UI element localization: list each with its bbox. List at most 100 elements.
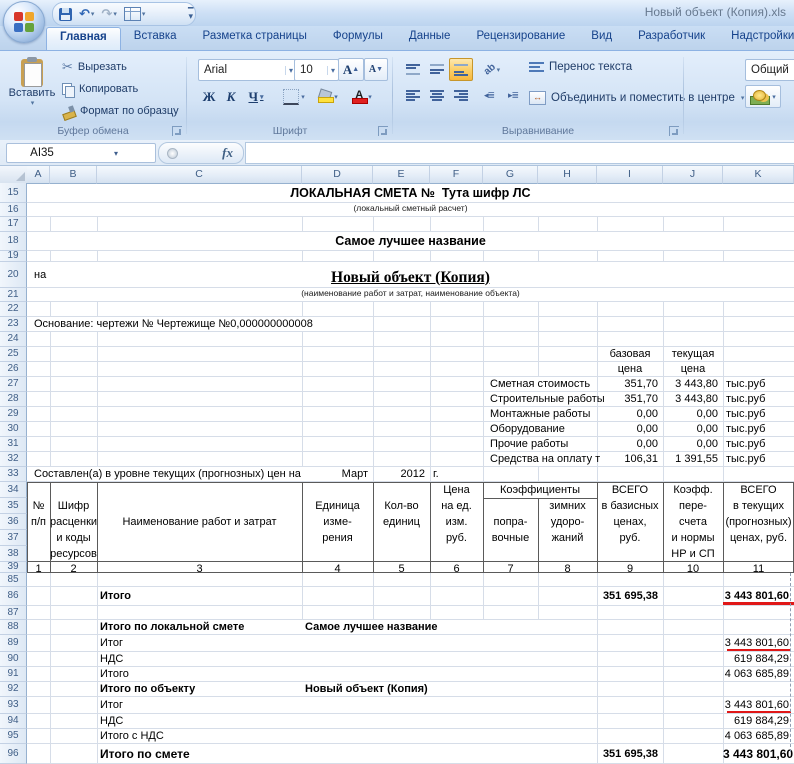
ribbon-tab-3[interactable]: Разметка страницы [190, 26, 320, 50]
font-color-button[interactable]: А ▾ [346, 85, 378, 108]
cell[interactable]: Март [302, 468, 368, 480]
copy-button[interactable]: Копировать [62, 79, 138, 99]
cell[interactable]: Новый объект (Копия) [27, 269, 794, 286]
cell[interactable]: п/п [27, 516, 50, 528]
cell[interactable]: Итого [97, 668, 129, 680]
increase-indent-button[interactable]: ▸≣ [501, 84, 525, 107]
ribbon-tab-8[interactable]: Разработчик [625, 26, 718, 50]
cell[interactable]: 1 391,55 [663, 453, 718, 465]
cell[interactable]: 351,70 [597, 378, 658, 390]
cell[interactable]: г. [430, 468, 439, 480]
cell[interactable]: Строительные работы [487, 393, 605, 405]
paste-dropdown-icon[interactable]: ▾ [31, 99, 35, 107]
cell[interactable]: Кол-во [373, 500, 430, 512]
column-header[interactable]: F [430, 166, 483, 184]
row-header[interactable]: 28 [0, 392, 27, 407]
row-header[interactable]: 90 [0, 652, 27, 667]
ribbon-tab-1[interactable]: Главная [46, 27, 121, 51]
save-icon[interactable] [59, 5, 72, 23]
font-color-dropdown-icon[interactable]: ▾ [368, 93, 372, 101]
cell[interactable]: тыс.руб [723, 393, 765, 405]
cell[interactable]: Прочие работы [487, 438, 568, 450]
cell[interactable]: Итого по объекту [97, 683, 195, 695]
cell[interactable]: жаний [538, 532, 597, 544]
cell[interactable]: Самое лучшее название [302, 621, 438, 633]
cell[interactable]: 3 443 801,60 [723, 637, 789, 649]
cell[interactable]: 2 [50, 563, 97, 575]
cell[interactable]: ресурсов [50, 548, 97, 560]
cell[interactable]: руб. [430, 532, 483, 544]
name-box-dropdown-icon[interactable]: ▾ [77, 149, 155, 158]
clipboard-dialog-launcher-icon[interactable] [172, 126, 182, 136]
row-header[interactable]: 34 [0, 482, 27, 498]
row-header[interactable]: 23 [0, 317, 27, 332]
cell[interactable]: НДС [97, 653, 123, 665]
row-header[interactable]: 38 [0, 546, 27, 562]
increase-font-size-button[interactable]: A ▲ [338, 58, 364, 81]
cell[interactable]: Итого по локальной смете [97, 621, 244, 633]
customize-qat-icon[interactable]: ━ ▾ [188, 4, 193, 21]
cell[interactable]: Шифр [50, 500, 97, 512]
column-header[interactable]: K [723, 166, 794, 184]
row-header[interactable]: 31 [0, 437, 27, 452]
cell[interactable]: в базисных [597, 500, 663, 512]
row-header[interactable]: 92 [0, 682, 27, 697]
cell[interactable]: счета [663, 516, 723, 528]
underline-button[interactable]: Ч ▾ [242, 85, 270, 108]
ribbon-tab-7[interactable]: Вид [578, 26, 625, 50]
cell[interactable]: 0,00 [663, 438, 718, 450]
row-header[interactable]: 95 [0, 729, 27, 744]
column-header[interactable]: E [373, 166, 430, 184]
column-header[interactable]: H [538, 166, 597, 184]
row-header[interactable]: 32 [0, 452, 27, 467]
cell[interactable]: 4 063 685,89 [723, 668, 789, 680]
decrease-font-size-button[interactable]: A ▼ [364, 58, 388, 81]
ribbon-tab-2[interactable]: Вставка [121, 26, 190, 50]
cell[interactable]: вочные [483, 532, 538, 544]
borders-dropdown-icon[interactable]: ▾ [301, 93, 305, 101]
column-header[interactable]: B [50, 166, 97, 184]
cell[interactable]: рения [302, 532, 373, 544]
row-header[interactable]: 88 [0, 620, 27, 635]
cell[interactable]: и коды [50, 532, 97, 544]
ribbon-tab-6[interactable]: Рецензирование [463, 26, 578, 50]
cell[interactable]: (прогнозных) [723, 516, 794, 528]
cell[interactable]: удоро- [538, 516, 597, 528]
cell[interactable]: цена [663, 363, 723, 375]
cell[interactable]: Оборудование [487, 423, 565, 435]
row-header[interactable]: 93 [0, 697, 27, 714]
cell[interactable]: ВСЕГО [723, 484, 794, 496]
cell[interactable]: базовая [597, 348, 663, 360]
font-size-combobox[interactable]: 10 ▾ [294, 59, 339, 81]
row-header[interactable]: 30 [0, 422, 27, 437]
align-middle-button[interactable] [425, 58, 449, 81]
cell[interactable]: Монтажные работы [487, 408, 590, 420]
cell[interactable]: зимних [538, 500, 597, 512]
column-header[interactable]: I [597, 166, 663, 184]
cell[interactable]: изме- [302, 516, 373, 528]
cell[interactable]: 3 443,80 [663, 378, 718, 390]
redo-icon[interactable]: ↷ ▾ [101, 5, 116, 23]
cell[interactable]: Наименование работ и затрат [97, 516, 302, 528]
cell[interactable]: 0,00 [597, 408, 658, 420]
row-header[interactable]: 27 [0, 377, 27, 392]
row-header[interactable]: 85 [0, 573, 27, 587]
cell[interactable]: 4 063 685,89 [723, 730, 789, 742]
cell[interactable]: ЛОКАЛЬНАЯ СМЕТА № Тута шифр ЛС [27, 186, 794, 201]
row-header[interactable]: 25 [0, 347, 27, 362]
column-header[interactable]: D [302, 166, 373, 184]
align-top-button[interactable] [401, 58, 425, 81]
cell[interactable]: 9 [597, 563, 663, 575]
accounting-format-button[interactable]: ▾ [745, 85, 781, 108]
cell[interactable]: Итого по смете [97, 747, 190, 761]
underline-dropdown-icon[interactable]: ▾ [260, 93, 264, 101]
row-header[interactable]: 91 [0, 667, 27, 682]
cell[interactable]: тыс.руб [723, 438, 765, 450]
cell[interactable]: расценки [50, 516, 97, 528]
column-header[interactable]: A [27, 166, 50, 184]
cell[interactable]: Цена [430, 484, 483, 496]
cell[interactable]: Новый объект (Копия) [302, 683, 428, 695]
cell[interactable]: Итого [97, 590, 131, 602]
row-header[interactable]: 18 [0, 232, 27, 251]
cell[interactable]: в текущих [723, 500, 794, 512]
